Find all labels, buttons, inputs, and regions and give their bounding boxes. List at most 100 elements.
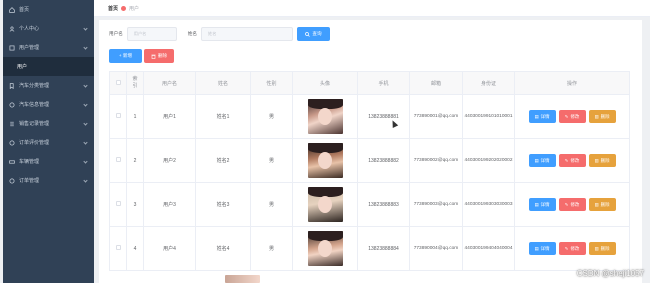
cell-idcard: 440300199404040004	[462, 226, 515, 271]
avatar[interactable]	[307, 143, 343, 178]
batch-delete-button[interactable]: 删除	[144, 49, 174, 63]
email-text: 773890004@qq.com	[413, 245, 459, 251]
column-header-label: 性别	[266, 80, 277, 87]
search-icon	[305, 31, 311, 37]
chevron-down-icon	[83, 178, 88, 183]
cell-name: 姓名3	[195, 182, 251, 227]
breadcrumb-separator-icon	[121, 5, 127, 11]
column-header: 邮箱	[409, 71, 463, 95]
detail-label: 详情	[540, 113, 550, 119]
sidebar-item-2[interactable]: 用户管理	[3, 38, 94, 57]
column-header: 手机	[357, 71, 410, 95]
detail-button[interactable]: ▤ 详情	[528, 110, 556, 123]
user-table: 索引 用户名 姓名 性别 头像 手机 邮箱 身份证 操作 1 用户1 姓名1 男 13823888881…	[109, 71, 630, 271]
delete-button[interactable]: ▥ 删除	[588, 242, 616, 255]
add-button[interactable]: + 新增	[109, 49, 142, 63]
list-icon	[9, 121, 15, 127]
search-button[interactable]: 查询	[297, 27, 330, 41]
cell-avatar	[292, 94, 358, 139]
row-checkbox-cell	[109, 182, 127, 227]
chevron-down-icon	[83, 26, 88, 31]
cell-gender: 男	[250, 94, 293, 139]
delete-button[interactable]: ▥ 删除	[588, 198, 616, 211]
delete-label: 删除	[600, 201, 610, 207]
delete-label: 删除	[600, 157, 610, 163]
sidebar-item-label: 销售记录管理	[19, 121, 50, 127]
breadcrumb-home[interactable]: 首页	[108, 5, 118, 12]
edit-icon: ✎	[564, 113, 569, 119]
avatar[interactable]	[307, 99, 343, 134]
table-row: 4 用户4 姓名4 男 13823888884 773890004@qq.com 44030…	[109, 226, 630, 271]
avatar-partial	[225, 275, 260, 283]
cell-avatar	[292, 138, 358, 183]
checkbox[interactable]	[115, 79, 121, 85]
row-checkbox[interactable]	[115, 157, 121, 162]
cell-email: 773890002@qq.com	[409, 138, 463, 183]
chevron-down-icon	[83, 45, 88, 50]
cell-username: 用户4	[143, 226, 196, 271]
row-checkbox[interactable]	[115, 201, 121, 206]
cell-phone: 13823888883	[357, 182, 410, 227]
sidebar-item-4[interactable]: 汽车分类管理	[3, 76, 94, 95]
sidebar-item-3[interactable]: 用户	[3, 57, 94, 76]
avatar[interactable]	[307, 187, 343, 222]
detail-button[interactable]: ▤ 详情	[528, 198, 556, 211]
email-text: 773890002@qq.com	[413, 157, 459, 163]
chevron-down-icon	[83, 159, 88, 164]
sidebar-item-label: 汽车分类管理	[19, 83, 50, 89]
trash-icon: ▥	[594, 157, 599, 163]
idcard-text: 440300199303030003	[464, 201, 513, 207]
sidebar-item-1[interactable]: 个人中心	[3, 19, 94, 38]
chevron-down-icon	[83, 83, 88, 88]
table-row: 3 用户3 姓名3 男 13823888883 773890003@qq.com 44030…	[109, 182, 630, 227]
sidebar-item-7[interactable]: 订单评价管理	[3, 133, 94, 152]
sidebar-item-label: 订单评价管理	[19, 140, 50, 146]
username-search-input[interactable]: 用户名	[126, 27, 177, 41]
home-icon	[9, 6, 15, 13]
chevron-down-icon	[83, 140, 88, 145]
edit-button[interactable]: ✎ 修改	[558, 242, 586, 255]
column-header: 操作	[514, 71, 630, 95]
edit-icon: ✎	[564, 245, 569, 251]
chevron-down-icon	[83, 121, 88, 126]
column-header: 用户名	[143, 71, 196, 95]
cell-avatar	[292, 226, 358, 271]
action-buttons: + 新增 删除	[109, 49, 174, 63]
cell-username: 用户2	[143, 138, 196, 183]
cell-gender: 男	[250, 182, 293, 227]
cell-phone: 13823888884	[357, 226, 410, 271]
sidebar-item-label: 用户管理	[19, 45, 40, 51]
detail-button[interactable]: ▤ 详情	[528, 242, 556, 255]
edit-icon: ✎	[564, 157, 569, 163]
cell-ops: ▤ 详情 ✎ 修改 ▥ 删除	[514, 94, 630, 139]
select-all-checkbox[interactable]	[109, 71, 127, 95]
edit-button[interactable]: ✎ 修改	[558, 198, 586, 211]
sidebar-item-6[interactable]: 销售记录管理	[3, 114, 94, 133]
edit-label: 修改	[570, 157, 580, 163]
cell-name: 姓名4	[195, 226, 251, 271]
sidebar-item-8[interactable]: 车辆管理	[3, 152, 94, 171]
edit-label: 修改	[570, 201, 580, 207]
detail-icon: ▤	[534, 113, 539, 119]
cell-gender: 男	[250, 226, 293, 271]
delete-button[interactable]: ▥ 删除	[588, 154, 616, 167]
delete-button[interactable]: ▥ 删除	[588, 110, 616, 123]
cell-avatar	[292, 182, 358, 227]
name-search-input[interactable]: 姓名	[201, 27, 293, 41]
sidebar-item-0[interactable]: 首页	[3, 0, 94, 19]
sidebar-item-9[interactable]: 订单管理	[3, 171, 94, 190]
cell-idcard: 440300199101010001	[462, 94, 515, 139]
row-checkbox[interactable]	[115, 113, 121, 118]
avatar[interactable]	[307, 231, 343, 266]
edit-button[interactable]: ✎ 修改	[558, 110, 586, 123]
sidebar: 首页 个人中心用户管理用户汽车分类管理汽车信息管理销售记录管理 订单评价管理车辆管理…	[3, 0, 94, 283]
sidebar-item-5[interactable]: 汽车信息管理	[3, 95, 94, 114]
column-header-label: 邮箱	[430, 80, 441, 87]
table-row: 2 用户2 姓名2 男 13823888882 773890002@qq.com 44030…	[109, 138, 630, 183]
detail-button[interactable]: ▤ 详情	[528, 154, 556, 167]
edit-button[interactable]: ✎ 修改	[558, 154, 586, 167]
delete-label: 删除	[600, 113, 610, 119]
column-header: 头像	[292, 71, 358, 95]
trash-icon: ▥	[594, 201, 599, 207]
row-checkbox[interactable]	[115, 245, 121, 250]
